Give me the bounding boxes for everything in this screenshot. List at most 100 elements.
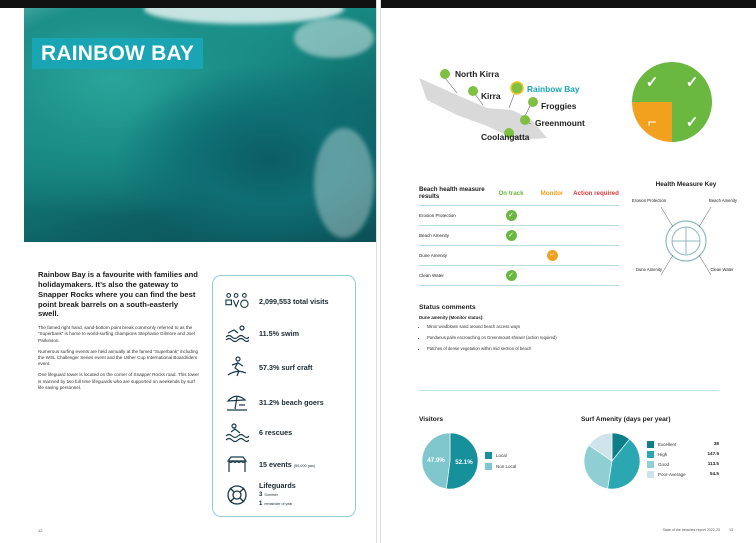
page-number: 13 (729, 528, 733, 532)
health-measure-key: Health Measure Key Erosion Protection Be… (631, 181, 741, 291)
header-monitor: Monitor (531, 181, 573, 206)
status-title: Status comments (419, 304, 476, 311)
stat-rescues: 6 rescues (225, 422, 292, 442)
legend-label: Good (658, 462, 670, 467)
stat-note: (50,000 pax) (293, 463, 316, 468)
map-label-kirra: Kirra (481, 91, 501, 101)
check-icon: ✓ (672, 62, 712, 104)
table-row: Erosion Protection ✓ (419, 205, 619, 226)
lifeguards-summer-label: Summer (264, 492, 278, 497)
legend-swatch (485, 463, 492, 470)
legend-item-local: Local (485, 452, 507, 459)
wave-foam (294, 18, 374, 58)
monitor-camera-icon: ⌐ (632, 102, 674, 142)
stat-text: 15 events (50,000 pax) (259, 460, 315, 469)
legend-label: Local (496, 453, 507, 458)
intro-paragraph: One lifeguard tower is located on the co… (38, 372, 200, 390)
legend-value: 147.5 (707, 451, 720, 456)
key-diagram (660, 206, 712, 276)
stat-events: 15 events (50,000 pax) (225, 454, 315, 474)
map-label-coolangatta: Coolangatta (481, 132, 530, 142)
page-top-bar (0, 0, 376, 8)
row-label: Erosion Protection (419, 205, 491, 226)
health-results-table: Beach health measure results On track Mo… (419, 181, 619, 286)
pie-data-label: 52.1% (455, 459, 473, 466)
list-item: Pandanus palm encroaching on Greenmount … (427, 335, 719, 340)
page-footer: State of the beaches report 2022-23 13 (662, 528, 733, 532)
key-title: Health Measure Key (655, 181, 717, 188)
stat-text: 31.2% beach goers (259, 397, 324, 407)
map-marker (468, 86, 478, 96)
row-label: Beach Amenity (419, 225, 491, 246)
wave-foam (314, 128, 374, 238)
surf-amenity-pie-chart (583, 432, 641, 490)
stat-surf-craft: 57.3% surf craft (225, 356, 313, 377)
map-marker-highlight (510, 81, 524, 95)
people-icon (225, 291, 249, 311)
check-icon: ✓ (505, 270, 517, 281)
status-list: Minor windblown sand around beach access… (419, 324, 719, 351)
location-map: North Kirra Kirra Rainbow Bay Froggies G… (417, 60, 597, 150)
legend-swatch (647, 441, 654, 448)
surf-amenity-chart-title: Surf Amenity (days per year) (581, 416, 671, 423)
legend-swatch (647, 461, 654, 468)
header-measure: Beach health measure results (419, 181, 491, 206)
footer-text: State of the beaches report 2022-23 (662, 528, 720, 532)
stat-text: 11.5% swim (259, 328, 299, 338)
visitors-pie-chart: 52.1% 47.9% (421, 432, 479, 490)
map-label-greenmount: Greenmount (535, 118, 585, 128)
visitors-chart-title: Visitors (419, 416, 444, 423)
stat-beach-goers: 31.2% beach goers (225, 392, 324, 412)
stat-text: 6 rescues (259, 427, 293, 437)
legend-value: 113.5 (707, 461, 719, 466)
status-subtitle: Dune amenity (Monitor status): (419, 315, 484, 320)
legend-swatch (647, 451, 654, 458)
legend-swatch (647, 471, 654, 478)
hero-aerial-photo: RAINBOW BAY (24, 8, 376, 242)
check-icon: ✓ (672, 102, 712, 142)
map-marker (520, 115, 530, 125)
stat-total-visits: 2,099,553 total visits (225, 291, 329, 311)
legend-value: 54.5 (710, 471, 719, 476)
list-item: Patches of dense vegetation within mid s… (427, 346, 719, 351)
list-item: Minor windblown sand around beach access… (427, 324, 719, 329)
lifeguards-title: Lifeguards (259, 481, 296, 490)
map-label-north-kirra: North Kirra (455, 69, 500, 79)
table-row: Dune Amenity ⌐ (419, 245, 619, 266)
stats-panel: 2,099,553 total visits 11.5% swim 57.3% … (212, 275, 356, 517)
legend-item-excellent: Excellent (647, 441, 676, 448)
legend-label: Non Local (496, 464, 517, 469)
key-label-erosion: Erosion Protection (631, 198, 667, 203)
status-comments: Status comments Dune amenity (Monitor st… (419, 304, 719, 357)
surfer-icon (225, 356, 249, 377)
monitor-camera-icon: ⌐ (546, 250, 558, 261)
pie-data-label: 47.9% (427, 457, 445, 464)
table-header-row: Beach health measure results On track Mo… (419, 181, 619, 206)
key-label-dune-amenity: Dune Amenity (635, 267, 663, 272)
map-label-froggies: Froggies (541, 101, 577, 111)
page-title: RAINBOW BAY (32, 38, 204, 69)
check-icon: ✓ (505, 230, 517, 241)
key-label-clean-water: Clean Water (710, 267, 734, 272)
row-label: Clean Water (419, 265, 491, 286)
legend-swatch (485, 452, 492, 459)
table-row: Beach Amenity ✓ (419, 225, 619, 246)
lifeguards-summer-num: 3 (259, 491, 263, 498)
lifebuoy-icon (225, 484, 249, 505)
legend-item-non-local: Non Local (485, 463, 516, 470)
header-on-track: On track (491, 181, 531, 206)
stat-text: 57.3% surf craft (259, 362, 313, 372)
lifeguards-rest-label: remainder of year (264, 501, 293, 506)
intro-text: Rainbow Bay is a favourite with families… (38, 270, 200, 396)
stat-lifeguards: Lifeguards 3 Summer 1 remainder of year (225, 482, 296, 507)
page-number: 12 (38, 528, 43, 533)
rescue-icon (225, 422, 249, 442)
event-tent-icon (225, 454, 249, 474)
check-icon: ✓ (632, 62, 674, 104)
umbrella-icon (225, 392, 249, 412)
table-row: Clean Water ✓ (419, 265, 619, 286)
legend-label: Excellent (658, 442, 677, 447)
right-page: North Kirra Kirra Rainbow Bay Froggies G… (380, 0, 756, 543)
stat-text: 2,099,553 total visits (259, 296, 329, 306)
legend-label: Poor-Average (658, 472, 686, 477)
